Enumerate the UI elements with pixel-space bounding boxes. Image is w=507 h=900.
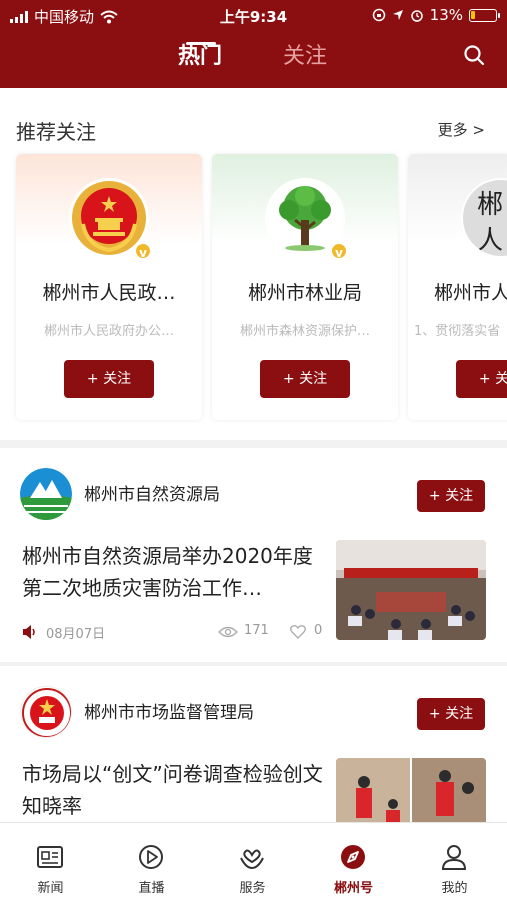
feed-item[interactable]: 郴州市市场监督管理局 + 关注 市场局以“创文”问卷调查检验创文知晓率	[0, 666, 507, 858]
eye-icon	[218, 626, 238, 638]
verified-badge: v	[134, 242, 152, 260]
follow-button[interactable]: + 关注	[64, 360, 154, 398]
follow-button[interactable]: + 关注	[456, 360, 507, 398]
nav-item-chenzhou[interactable]: 郴州号	[303, 823, 404, 900]
battery-icon	[469, 8, 500, 22]
active-tab-indicator	[186, 42, 216, 45]
article-meta: 08月07日 171 0	[22, 623, 322, 643]
source-logo[interactable]	[20, 686, 72, 738]
card-name: 郴州市人民政…	[42, 282, 176, 304]
app-root: 中国移动 上午9:34 13% 热门 关注 推荐关注 更多 > v 郴州市人民政…	[0, 0, 507, 900]
source-name[interactable]: 郴州市自然资源局	[84, 480, 220, 505]
follow-button[interactable]: + 关注	[417, 698, 485, 730]
verified-badge: v	[330, 242, 348, 260]
nav-label: 直播	[138, 881, 165, 896]
status-bar: 中国移动 上午9:34 13%	[0, 0, 507, 30]
recommend-section: 推荐关注 更多 > v 郴州市人民政… 郴州市人民政府办公… + 关注 v 郴州…	[0, 88, 507, 440]
recommend-card[interactable]: v 郴州市林业局 郴州市森林资源保护… + 关注	[212, 154, 398, 420]
nav-item-mine[interactable]: 我的	[404, 823, 505, 900]
like-count: 0	[314, 623, 323, 638]
follow-button[interactable]: + 关注	[417, 480, 485, 512]
search-icon[interactable]	[463, 44, 485, 66]
top-tabs: 热门 关注	[0, 38, 507, 78]
nav-label: 新闻	[37, 881, 64, 896]
article-title[interactable]: 郴州市自然资源局举办2020年度第二次地质灾害防治工作…	[22, 540, 326, 604]
recommend-card[interactable]: v 郴州市人民政… 郴州市人民政府办公… + 关注	[16, 154, 202, 420]
nav-label: 我的	[441, 881, 468, 896]
tab-follow[interactable]: 关注	[283, 38, 327, 70]
service-icon	[240, 849, 264, 870]
more-link[interactable]: 更多 >	[438, 119, 485, 140]
article-thumbnail[interactable]	[336, 540, 486, 640]
nav-label: 郴州号	[333, 881, 373, 896]
follow-button[interactable]: + 关注	[260, 360, 350, 398]
source-logo[interactable]	[20, 468, 72, 520]
card-name: 郴州市林业局	[247, 282, 362, 304]
nav-item-service[interactable]: 服务	[202, 823, 303, 900]
nav-item-news[interactable]: 新闻	[0, 823, 101, 900]
source-name[interactable]: 郴州市市场监督管理局	[84, 698, 254, 723]
recommend-card[interactable]: 郴 人 郴州市人 1、贯彻落实省 + 关注	[408, 154, 507, 420]
recommend-title: 推荐关注	[16, 120, 96, 144]
play-icon	[139, 845, 163, 869]
rotation-lock-icon	[372, 8, 385, 22]
battery-percent: 13%	[429, 6, 463, 24]
speaker-icon[interactable]	[22, 625, 38, 639]
compass-icon	[341, 845, 365, 869]
nav-label: 服务	[239, 881, 266, 896]
card-name: 郴州市人	[434, 282, 507, 304]
top-header: 中国移动 上午9:34 13% 热门 关注	[0, 0, 507, 88]
card-desc: 1、贯彻落实省	[414, 324, 501, 339]
bottom-nav: 新闻 直播 服务 郴州号 我的	[0, 822, 507, 900]
profile-icon	[441, 845, 467, 870]
feed-item[interactable]: 郴州市自然资源局 + 关注 郴州市自然资源局举办2020年度第二次地质灾害防治工…	[0, 448, 507, 662]
location-icon	[392, 10, 403, 20]
view-count: 171	[244, 623, 269, 638]
card-desc: 郴州市森林资源保护…	[239, 324, 370, 339]
article-date: 08月07日	[46, 627, 106, 642]
alarm-icon	[410, 10, 423, 22]
nav-item-live[interactable]: 直播	[101, 823, 202, 900]
heart-icon[interactable]	[290, 625, 306, 639]
card-desc: 郴州市人民政府办公…	[43, 324, 174, 339]
article-title[interactable]: 市场局以“创文”问卷调查检验创文知晓率	[22, 758, 326, 822]
news-icon	[37, 846, 63, 868]
